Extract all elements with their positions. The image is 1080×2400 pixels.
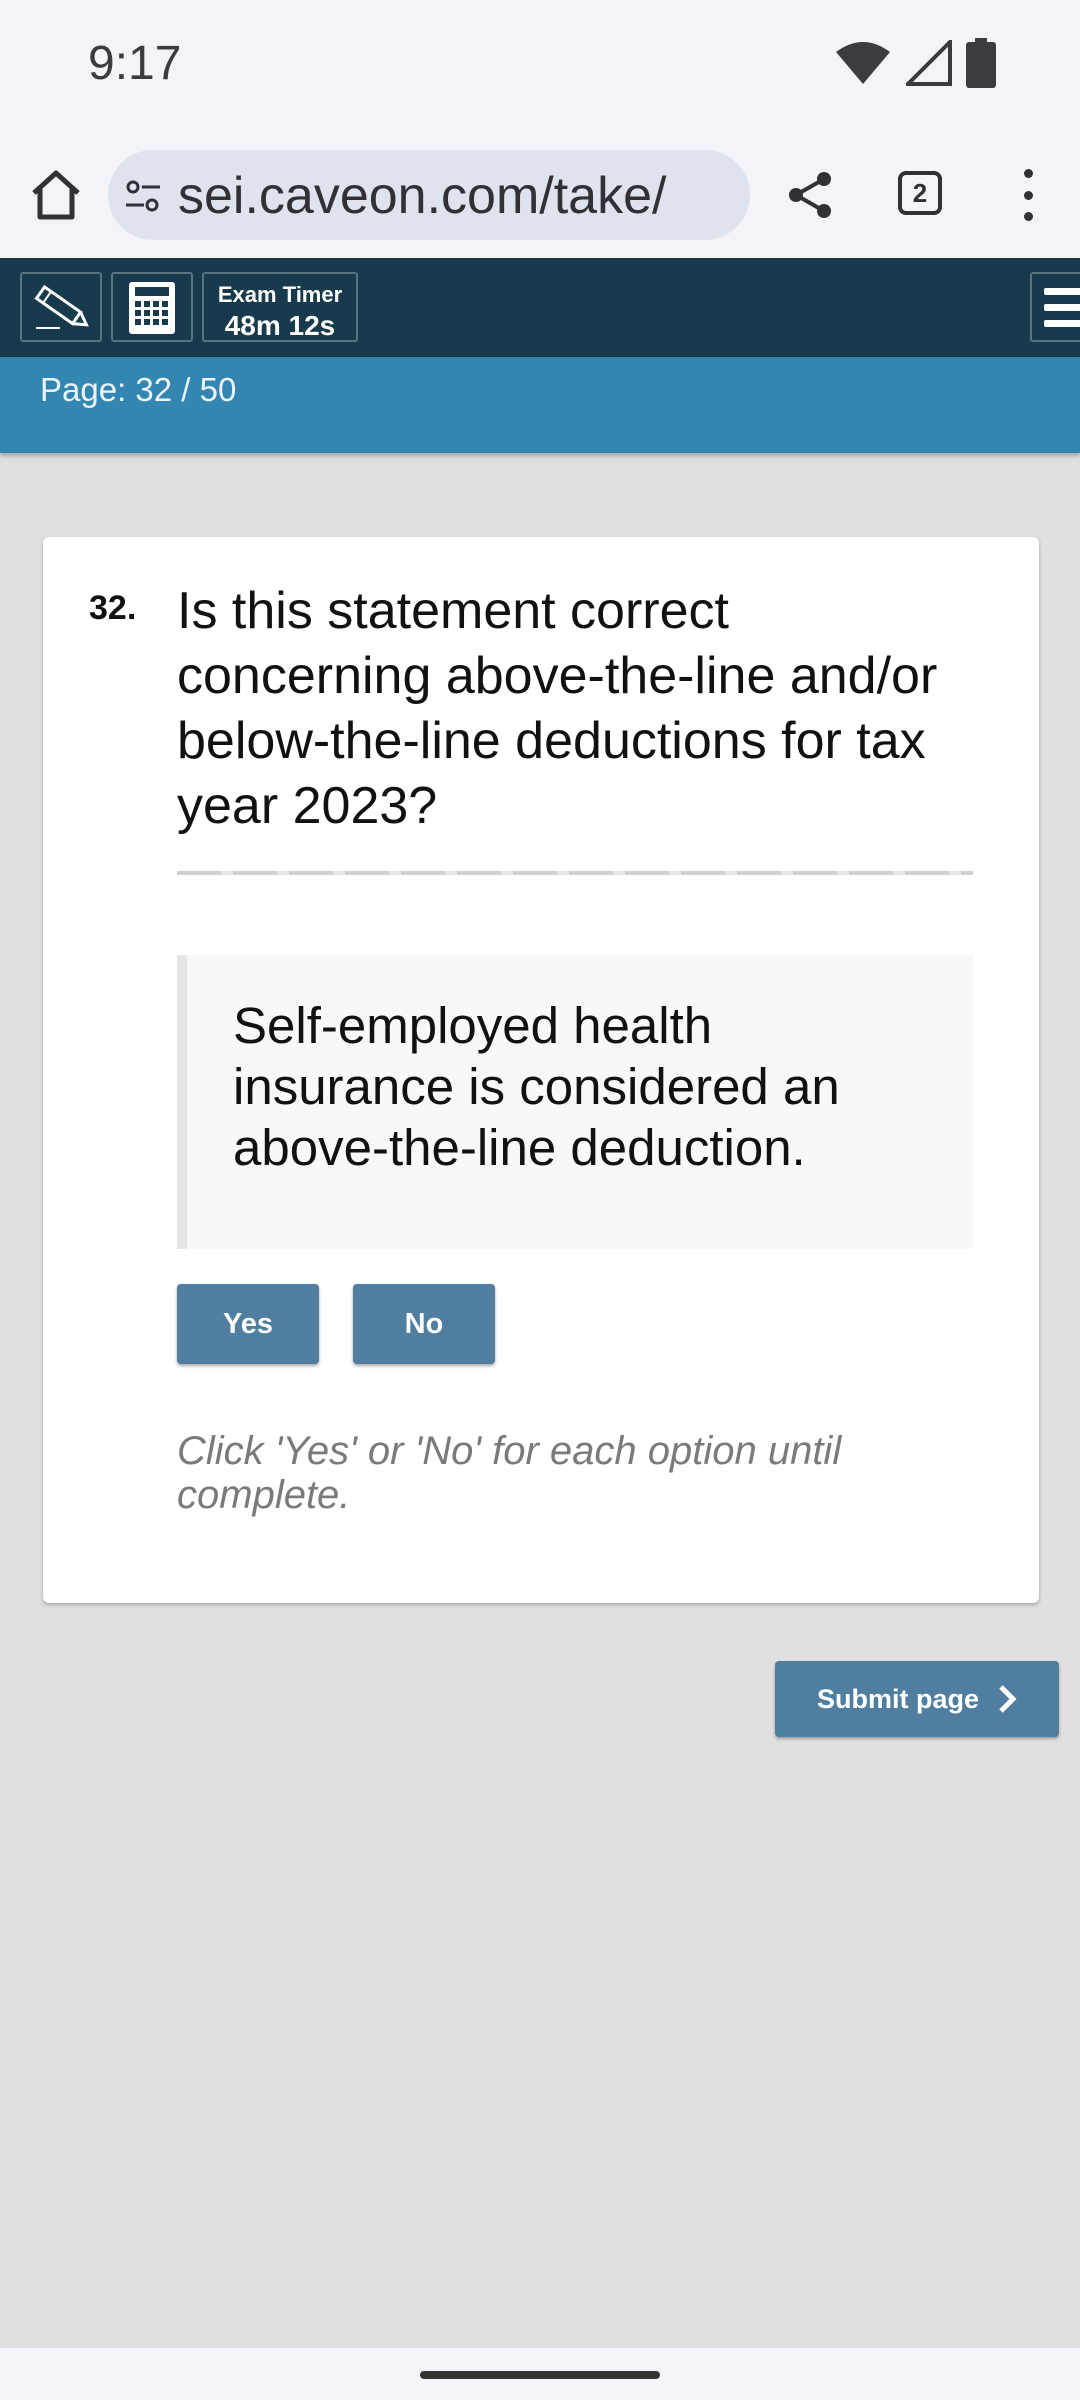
- home-icon[interactable]: [28, 167, 84, 223]
- pencil-button[interactable]: [20, 272, 102, 342]
- gesture-nav-bar: [0, 2348, 1080, 2400]
- status-bar: 9:17: [0, 0, 1080, 135]
- submit-page-button[interactable]: Submit page: [775, 1661, 1059, 1737]
- statement-text: Self-employed health insurance is consid…: [233, 997, 840, 1176]
- calculator-button[interactable]: [111, 272, 193, 342]
- timer-label: Exam Timer: [217, 282, 343, 307]
- home-gesture-handle[interactable]: [420, 2371, 660, 2379]
- question-divider: [177, 871, 973, 875]
- browser-toolbar: sei.caveon.com/take/ 2: [0, 135, 1080, 258]
- question-text: Is this statement correct concerning abo…: [177, 582, 938, 835]
- wifi-icon: [836, 42, 890, 84]
- url-bar[interactable]: sei.caveon.com/take/: [108, 150, 750, 240]
- hamburger-icon[interactable]: [1030, 272, 1080, 342]
- tab-switcher-button[interactable]: 2: [898, 171, 942, 215]
- submit-label: Submit page: [816, 1683, 979, 1714]
- timer-value: 48m 12s: [224, 310, 336, 341]
- chevron-right-icon: [999, 1685, 1017, 1713]
- status-time: 9:17: [88, 37, 182, 90]
- exam-timer[interactable]: Exam Timer 48m 12s: [202, 272, 358, 342]
- calculator-icon: [129, 282, 175, 334]
- yes-button[interactable]: Yes: [177, 1284, 319, 1364]
- page-indicator-bar: Page: 32 / 50: [0, 357, 1080, 453]
- signal-icon: [906, 40, 952, 86]
- url-text[interactable]: sei.caveon.com/take/: [178, 166, 666, 226]
- statement-box: Self-employed health insurance is consid…: [177, 955, 973, 1249]
- share-icon[interactable]: [782, 167, 838, 223]
- exam-toolbar: Exam Timer 48m 12s: [0, 258, 1080, 357]
- pencil-icon: [34, 284, 89, 329]
- instruction-hint: Click 'Yes' or 'No' for each option unti…: [177, 1429, 842, 1517]
- status-icons: [834, 38, 996, 88]
- page-indicator: Page: 32 / 50: [40, 371, 237, 408]
- question-number: 32.: [89, 589, 137, 627]
- question-card: 32. Is this statement correct concerning…: [43, 537, 1039, 1603]
- battery-icon: [966, 38, 996, 88]
- tune-icon[interactable]: [124, 177, 162, 215]
- more-vert-icon[interactable]: [1010, 165, 1046, 225]
- no-button[interactable]: No: [353, 1284, 495, 1364]
